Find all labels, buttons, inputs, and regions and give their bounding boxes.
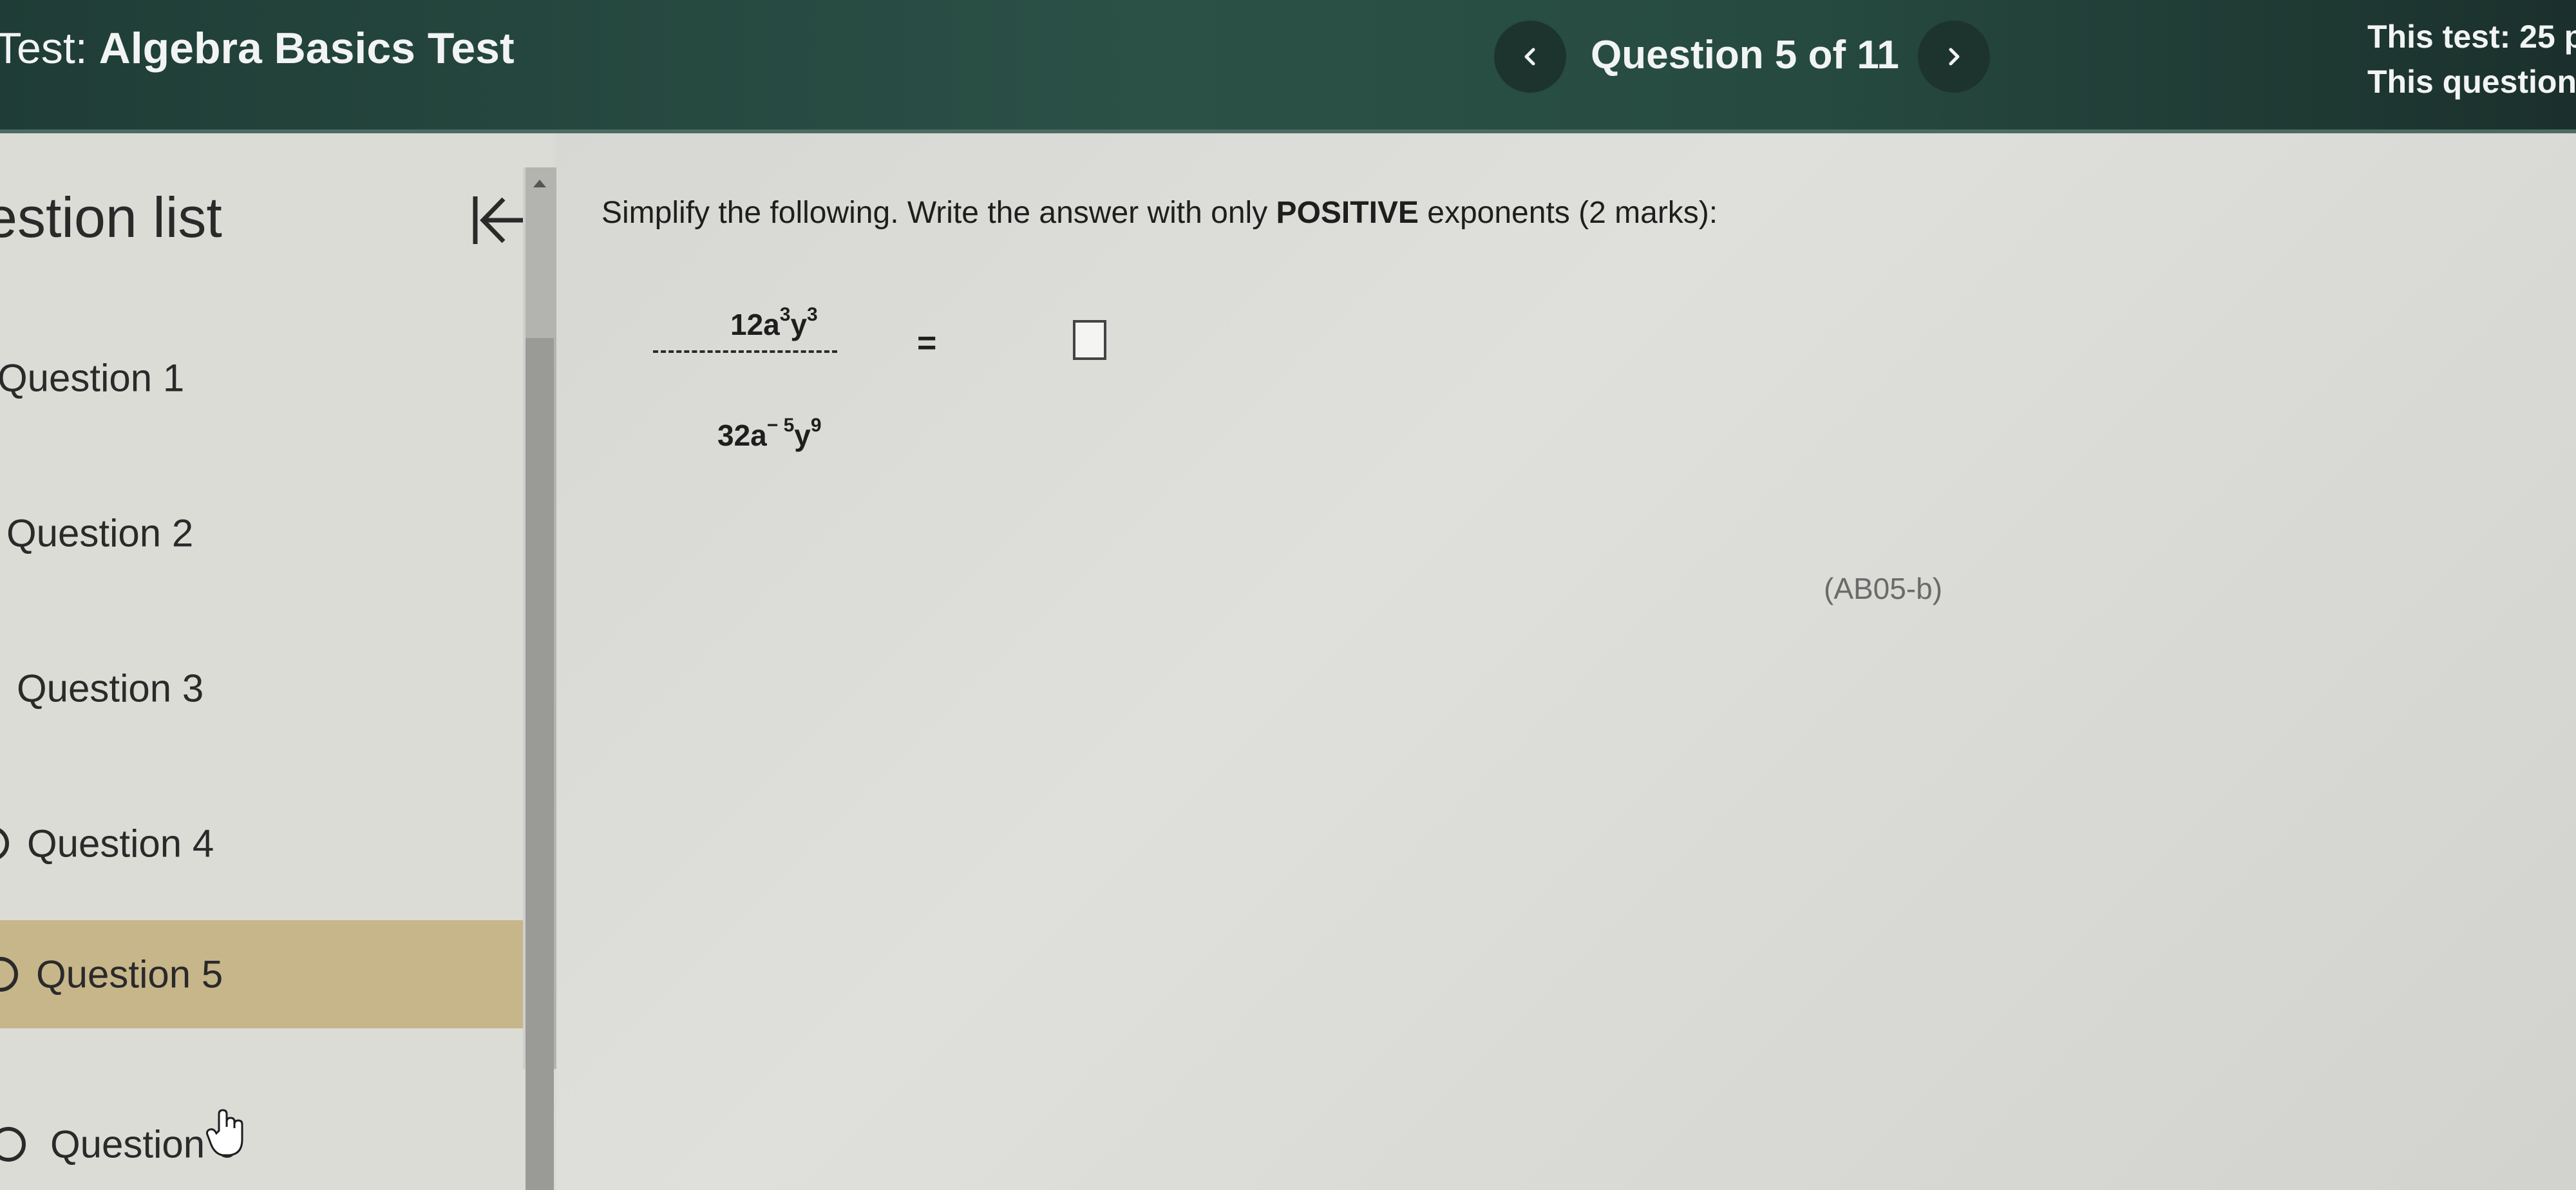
test-title-prefix: Test: xyxy=(0,24,88,73)
denominator-exponent-a: − 5 xyxy=(766,415,795,436)
question-list-item-6[interactable]: Question 6 xyxy=(0,1093,546,1190)
question-status-icon xyxy=(0,1127,26,1162)
numerator-exponent-y: 3 xyxy=(807,304,818,325)
instruction-emphasis: POSITIVE xyxy=(1276,196,1419,230)
header-bar: Test: Algebra Basics Test Question 5 of 1… xyxy=(0,0,2576,133)
chevron-right-icon xyxy=(1949,48,1960,66)
test-name: Algebra Basics Test xyxy=(99,24,515,73)
question-instruction: Simplify the following. Write the answer… xyxy=(601,195,1718,231)
fraction-numerator: 12a3y3 xyxy=(730,304,818,342)
instruction-suffix: exponents (2 marks): xyxy=(1418,196,1718,230)
fraction-denominator: 32a− 5y9 xyxy=(717,415,822,453)
question-status-icon xyxy=(0,957,18,992)
question-list-sidebar: estion list Question 1 Question 2 Questi… xyxy=(0,133,553,1190)
scrollbar-thumb[interactable] xyxy=(526,338,554,1190)
fraction-bar xyxy=(653,350,837,353)
question-status-icon xyxy=(0,826,9,861)
test-title: Test: Algebra Basics Test xyxy=(0,23,515,73)
question-list-item-5[interactable]: Question 5 xyxy=(0,920,546,1028)
scroll-up-button[interactable] xyxy=(523,171,556,196)
marks-info: This test: 25 p This question xyxy=(2367,14,2576,104)
denominator-variable-y: y xyxy=(794,419,811,452)
instruction-prefix: Simplify the following. Write the answer… xyxy=(601,196,1276,230)
question-list-item-label: Question 1 xyxy=(0,356,185,400)
question-code: (AB05-b) xyxy=(1824,572,1943,605)
question-list-item-label: Question 5 xyxy=(36,952,223,996)
equals-sign: = xyxy=(917,325,937,362)
arrow-up-icon xyxy=(533,180,546,187)
denominator-coefficient: 32a xyxy=(717,419,767,452)
sidebar-title: estion list xyxy=(0,185,222,249)
chevron-left-icon xyxy=(1524,48,1535,66)
numerator-coefficient: 12a xyxy=(730,308,780,341)
question-list-item-3[interactable]: Question 3 xyxy=(0,637,546,740)
denominator-exponent-y: 9 xyxy=(810,415,822,436)
question-indicator: Question 5 of 11 xyxy=(1591,33,1899,77)
question-panel: Simplify the following. Write the answer… xyxy=(556,133,2576,1190)
question-list-item-2[interactable]: Question 2 xyxy=(0,482,546,585)
question-list-item-label: Question 2 xyxy=(6,511,194,555)
previous-question-button[interactable] xyxy=(1494,21,1566,93)
numerator-variable-y: y xyxy=(790,308,808,341)
question-list-item-label: Question 4 xyxy=(27,822,214,865)
numerator-exponent-a: 3 xyxy=(779,304,791,325)
question-list-item-4[interactable]: Question 4 xyxy=(0,792,546,895)
this-question-marks: This question xyxy=(2367,64,2576,100)
question-list-item-1[interactable]: Question 1 xyxy=(0,326,546,430)
hand-cursor-icon xyxy=(206,1109,243,1157)
answer-input[interactable] xyxy=(1073,320,1106,360)
next-question-button[interactable] xyxy=(1918,21,1990,93)
this-test-marks: This test: 25 p xyxy=(2367,19,2576,55)
question-list-item-label: Question 3 xyxy=(17,666,204,710)
app-window: Test: Algebra Basics Test Question 5 of 1… xyxy=(0,0,2576,1190)
